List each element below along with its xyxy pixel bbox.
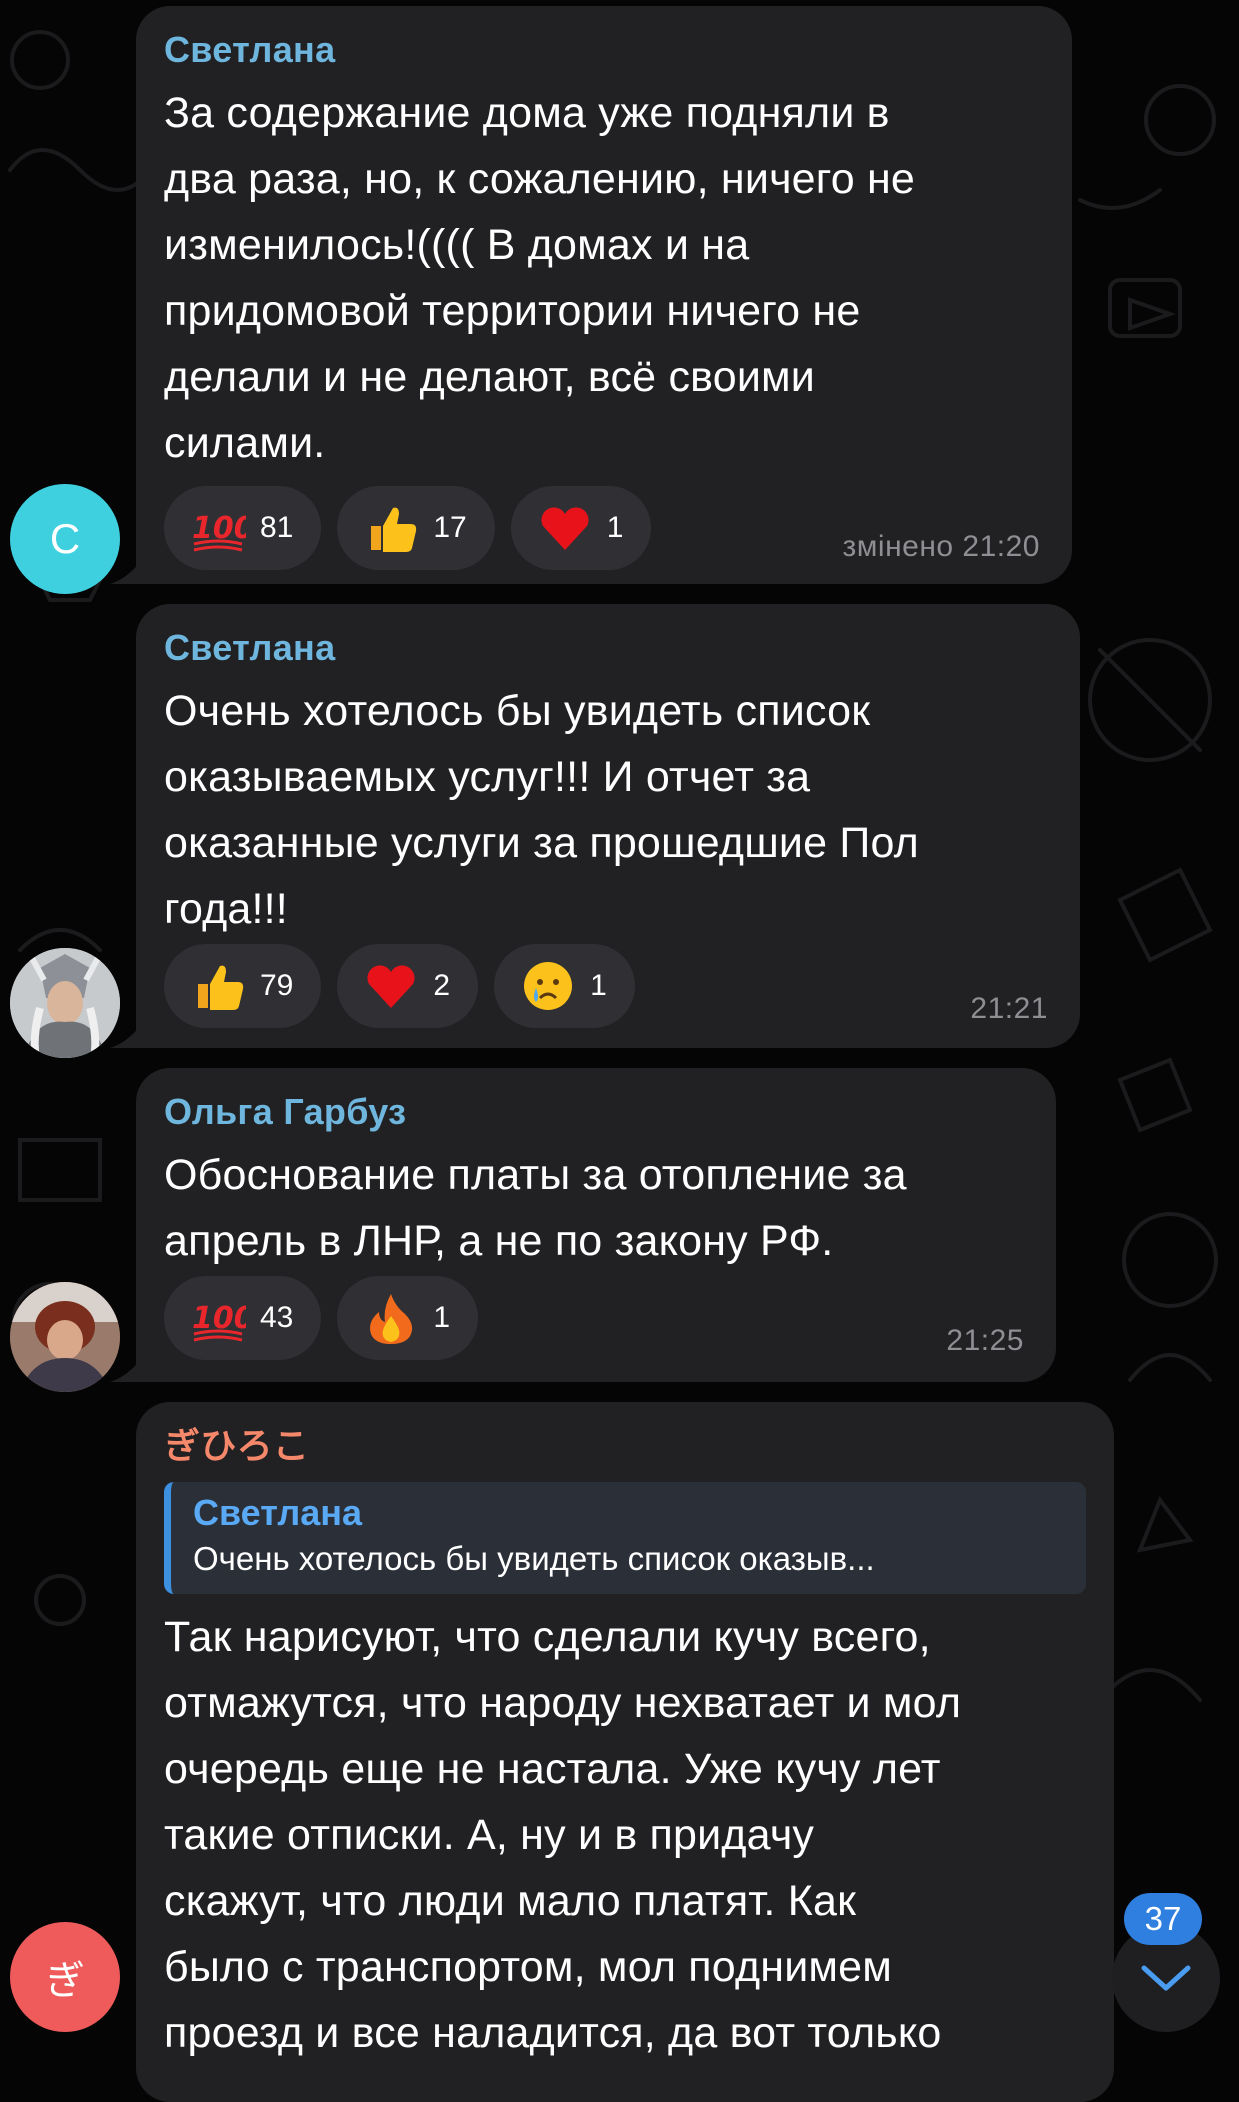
reply-sender: Светлана	[193, 1492, 363, 1533]
reaction-count: 17	[433, 511, 467, 544]
message-bubble[interactable]: Светлана Очень хотелось бы увидеть списо…	[136, 604, 1080, 1048]
message-line: Обоснование платы за отопление за	[164, 1151, 907, 1199]
message-time: 21:25	[946, 1324, 1024, 1357]
message-text: Так нарисуют, что сделали кучу всего, от…	[164, 1604, 1086, 2066]
sender-name[interactable]: Ольга Гарбуз	[164, 1088, 1028, 1136]
message-text: Обоснование платы за отопление за апрель…	[164, 1142, 1028, 1274]
message-line: проезд и все наладится, да вот только	[164, 2009, 942, 2057]
red-heart-icon	[363, 958, 419, 1014]
reply-quote[interactable]: Светлана Очень хотелось бы увидеть списо…	[164, 1482, 1086, 1594]
crying-face-icon	[520, 958, 576, 1014]
warrior-woman-avatar	[10, 948, 120, 1058]
reaction-count: 1	[606, 511, 624, 544]
thumbs-up-icon	[190, 958, 246, 1014]
woman-photo-avatar	[10, 1282, 120, 1392]
message-line: апрель в ЛНР, а не по закону РФ.	[164, 1217, 834, 1265]
sender-name[interactable]: Светлана	[164, 26, 1044, 74]
reaction-fire[interactable]: 1	[337, 1276, 479, 1360]
message-line: Так нарисуют, что сделали кучу всего,	[164, 1613, 931, 1661]
message-line: изменилось!(((( В домах и на	[164, 221, 750, 269]
message-bubble[interactable]: Ольга Гарбуз Обоснование платы за отопле…	[136, 1068, 1056, 1382]
unread-count-badge[interactable]: 37	[1124, 1893, 1202, 1945]
reactions-row: 79 2 1	[164, 944, 635, 1028]
avatar[interactable]: С	[10, 484, 120, 594]
message-bubble[interactable]: ぎひろこ Светлана Очень хотелось бы увидеть …	[136, 1402, 1114, 2102]
message-line: делали и не делают, всё своими	[164, 353, 816, 401]
reaction-count: 2	[433, 969, 451, 1002]
fire-icon	[363, 1290, 419, 1346]
reply-text: Очень хотелось бы увидеть список оказыв.…	[193, 1540, 875, 1577]
reaction-thumbs-up[interactable]: 79	[164, 944, 322, 1028]
reactions-row: 100 81 17 1	[164, 486, 652, 570]
hundred-points-icon: 100	[190, 500, 246, 556]
message-line: За содержание дома уже подняли в	[164, 89, 890, 137]
reaction-hundred-points[interactable]: 100 81	[164, 486, 322, 570]
reaction-crying-face[interactable]: 1	[494, 944, 635, 1028]
message-text: За содержание дома уже подняли в два раз…	[164, 80, 1044, 476]
message-line: два раза, но, к сожалению, ничего не	[164, 155, 916, 203]
hundred-points-icon: 100	[190, 1290, 246, 1346]
chevron-down-icon	[1141, 1965, 1191, 1991]
red-heart-icon	[537, 500, 593, 556]
message-line: придомовой территории ничего не	[164, 287, 861, 335]
message-line: Очень хотелось бы увидеть список	[164, 687, 871, 735]
avatar[interactable]	[10, 948, 120, 1058]
reaction-heart[interactable]: 2	[337, 944, 479, 1028]
avatar-letter: С	[49, 515, 81, 562]
sender-name[interactable]: Светлана	[164, 624, 1052, 672]
avatar[interactable]	[10, 1282, 120, 1392]
message-line: оказываемых услуг!!! И отчет за	[164, 753, 811, 801]
message-line: оказанные услуги за прошедшие Пол	[164, 819, 919, 867]
thumbs-up-icon	[363, 500, 419, 556]
message-bubble[interactable]: Светлана За содержание дома уже подняли …	[136, 6, 1072, 584]
reaction-heart[interactable]: 1	[510, 486, 652, 570]
avatar-letter: ぎ	[45, 1959, 85, 2003]
reaction-count: 1	[590, 969, 607, 1002]
message-line: скажут, что люди мало платят. Как	[164, 1877, 857, 1925]
sender-name[interactable]: ぎひろこ	[164, 1422, 1086, 1470]
reaction-count: 1	[433, 1301, 451, 1334]
message-time: змінено 21:20	[842, 530, 1040, 563]
avatar[interactable]: ぎ	[10, 1922, 120, 2032]
reaction-thumbs-up[interactable]: 17	[337, 486, 495, 570]
message-text: Очень хотелось бы увидеть список оказыва…	[164, 678, 1052, 942]
message-line: года!!!	[164, 885, 288, 933]
reaction-hundred-points[interactable]: 100 43	[164, 1276, 322, 1360]
message-line: силами.	[164, 419, 326, 467]
message-line: отмажутся, что народу нехватает и мол	[164, 1679, 962, 1727]
message-line: такие отписки. А, ну и в придачу	[164, 1811, 815, 1859]
reactions-row: 100 43 1	[164, 1276, 479, 1360]
reaction-count: 81	[260, 511, 294, 544]
message-line: было с транспортом, мол поднимем	[164, 1943, 893, 1991]
message-time: 21:21	[970, 992, 1048, 1025]
message-line: очередь еще не настала. Уже кучу лет	[164, 1745, 941, 1793]
reaction-count: 79	[260, 969, 294, 1002]
reaction-count: 43	[260, 1301, 294, 1334]
